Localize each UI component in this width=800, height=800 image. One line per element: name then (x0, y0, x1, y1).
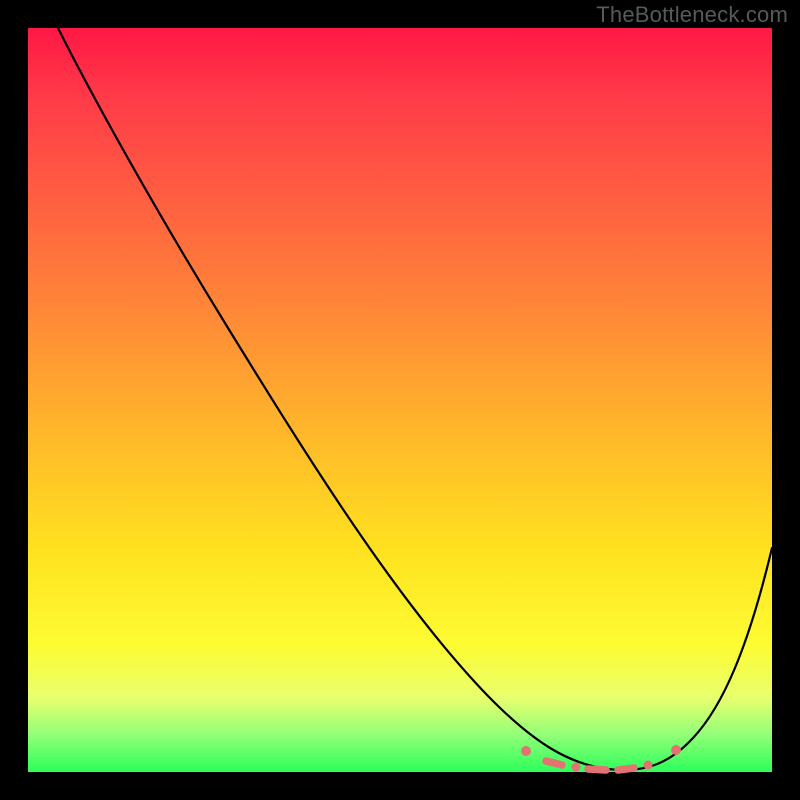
plot-area (28, 28, 772, 772)
curve-layer (28, 28, 772, 772)
bottleneck-curve (58, 28, 772, 770)
chart-frame: TheBottleneck.com (0, 0, 800, 800)
attribution-text: TheBottleneck.com (596, 2, 788, 28)
optimal-range-markers (521, 745, 681, 772)
